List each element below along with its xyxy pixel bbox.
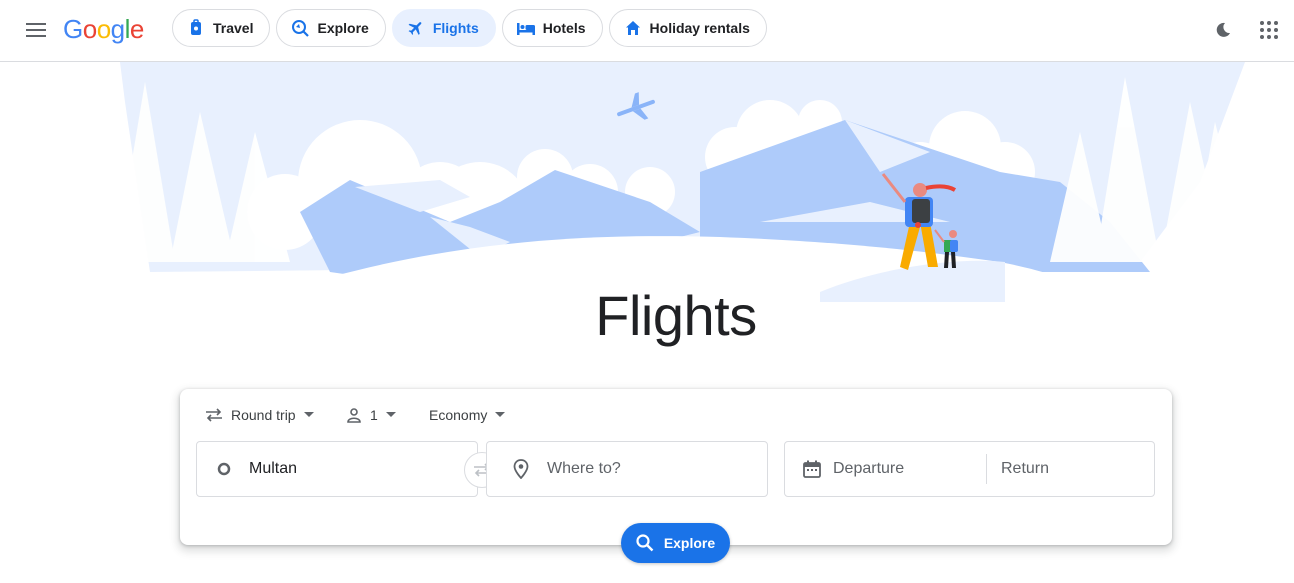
tab-explore[interactable]: Explore [276, 9, 386, 47]
location-pin-icon [513, 459, 529, 479]
explore-label: Explore [663, 535, 716, 551]
page-title: Flights [595, 284, 757, 347]
person-icon [347, 408, 361, 423]
dark-theme-button[interactable] [1210, 17, 1236, 43]
trip-type-select[interactable]: Round trip [205, 403, 314, 427]
dates-field[interactable]: Departure Return [784, 441, 1155, 497]
product-tabs: Travel Explore Flights Hotels Holiday re… [172, 9, 767, 47]
tab-travel[interactable]: Travel [172, 9, 271, 47]
departure-field[interactable]: Departure [833, 460, 973, 478]
passengers-select[interactable]: 1 [346, 403, 396, 427]
apps-grid-icon [1260, 21, 1278, 39]
hero-illustration [0, 62, 1294, 302]
hotel-icon [516, 19, 535, 37]
flight-search-card: Round trip 1 Economy Multan Where to? De… [180, 389, 1172, 545]
explore-icon [291, 19, 310, 37]
tab-label: Hotels [542, 20, 586, 36]
home-icon [624, 19, 642, 37]
tab-label: Flights [432, 20, 479, 36]
dropdown-arrow-icon [303, 412, 314, 417]
calendar-icon [803, 460, 821, 478]
tab-label: Travel [213, 20, 254, 36]
main-menu-button[interactable] [22, 16, 50, 44]
origin-field[interactable]: Multan [196, 441, 478, 497]
flight-icon [407, 19, 425, 37]
passengers-value: 1 [370, 407, 378, 423]
dropdown-arrow-icon [385, 412, 396, 417]
search-icon [636, 534, 654, 552]
tab-holiday-rentals[interactable]: Holiday rentals [608, 9, 767, 47]
top-app-bar: Google Travel Explore Flights Hotels Hol… [0, 0, 1294, 62]
cabin-class-value: Economy [429, 407, 488, 423]
destination-field[interactable]: Where to? [486, 441, 768, 497]
tab-hotels[interactable]: Hotels [501, 9, 603, 47]
explore-button[interactable]: Explore [621, 523, 730, 563]
return-field[interactable]: Return [1001, 460, 1049, 478]
dropdown-arrow-icon [495, 412, 506, 417]
origin-value: Multan [249, 460, 298, 477]
travel-icon [187, 19, 205, 37]
trip-type-value: Round trip [231, 407, 296, 423]
google-apps-button[interactable] [1256, 17, 1282, 43]
tab-label: Holiday rentals [649, 20, 750, 36]
cabin-class-select[interactable]: Economy [429, 403, 506, 427]
destination-placeholder: Where to? [547, 460, 621, 477]
date-divider [986, 454, 987, 484]
tab-label: Explore [317, 20, 369, 36]
origin-circle-icon [217, 462, 231, 476]
google-logo[interactable]: Google [63, 14, 144, 45]
hamburger-icon [26, 23, 46, 37]
moon-icon [1216, 22, 1230, 37]
tab-flights[interactable]: Flights [391, 9, 496, 47]
round-trip-icon [206, 408, 222, 422]
